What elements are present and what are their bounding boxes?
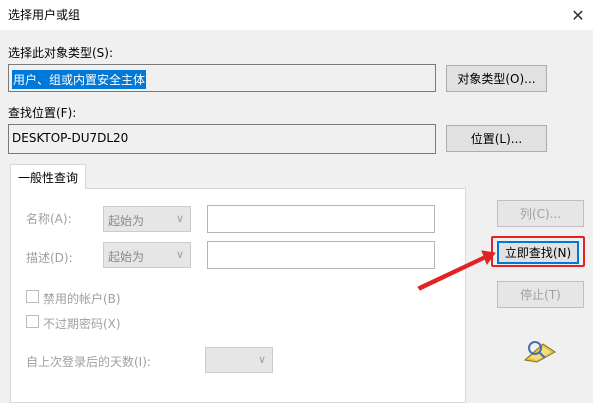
stop-button[interactable]: 停止(T) [497,281,584,308]
object-type-field: 用户、组或内置安全主体 [8,64,436,92]
window-title: 选择用户或组 [8,8,81,22]
title-bar: 选择用户或组 ✕ [0,0,593,30]
description-mode-select[interactable]: 起始为 ∨ [103,242,191,268]
name-mode-value: 起始为 [108,214,145,228]
disabled-accounts-label: 禁用的帐户(B) [43,292,121,306]
non-expiring-password-checkbox[interactable] [26,315,39,328]
location-field: DESKTOP-DU7DL20 [8,124,436,154]
name-mode-select[interactable]: 起始为 ∨ [103,206,191,232]
disabled-accounts-checkbox[interactable] [26,290,39,303]
name-label: 名称(A): [26,212,72,226]
description-input[interactable] [207,241,435,269]
find-now-button[interactable]: 立即查找(N) [497,241,579,264]
location-value: DESKTOP-DU7DL20 [12,131,129,145]
search-animation-icon [523,341,556,363]
description-mode-value: 起始为 [108,250,145,264]
columns-button[interactable]: 列(C)... [497,200,584,227]
locations-button[interactable]: 位置(L)... [446,125,547,152]
chevron-down-icon: ∨ [175,212,184,225]
object-types-button[interactable]: 对象类型(O)... [446,65,547,92]
tab-common-queries[interactable]: 一般性查询 [10,164,86,189]
object-type-label: 选择此对象类型(S): [8,46,114,60]
chevron-down-icon: ∨ [257,353,266,366]
chevron-down-icon: ∨ [175,248,184,261]
object-type-value: 用户、组或内置安全主体 [12,70,147,89]
days-since-logon-label: 自上次登录后的天数(I): [26,355,151,369]
non-expiring-password-label: 不过期密码(X) [43,317,121,331]
description-label: 描述(D): [26,251,73,265]
name-input[interactable] [207,205,435,233]
location-label: 查找位置(F): [8,106,77,120]
close-icon[interactable]: ✕ [563,0,593,30]
days-since-logon-select[interactable]: ∨ [205,347,273,373]
